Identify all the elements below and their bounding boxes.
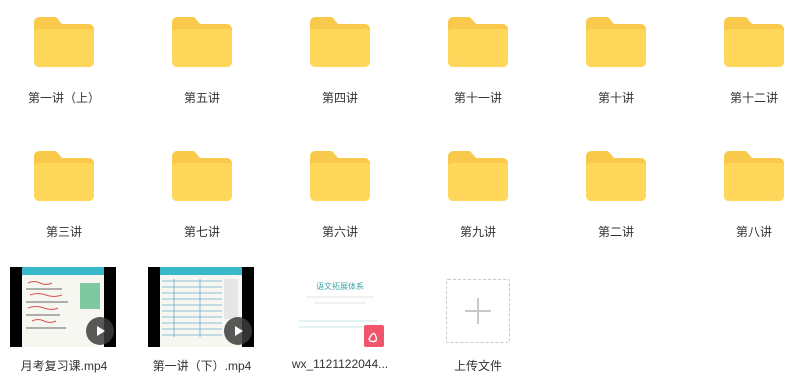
folder-item[interactable]: 第六讲	[276, 151, 404, 251]
folder-icon	[586, 17, 646, 67]
file-label: 第一讲（下）.mp4	[152, 359, 252, 373]
folder-label: 第四讲	[321, 91, 358, 105]
folder-item[interactable]: 第九讲	[414, 151, 542, 251]
folder-label: 第十一讲	[453, 91, 502, 105]
folder-item[interactable]: 第一讲（上）	[0, 17, 128, 117]
folder-item[interactable]: 第五讲	[138, 17, 266, 117]
video-thumbnail	[10, 267, 116, 347]
file-label: wx_1121122044...	[291, 357, 389, 371]
folder-icon	[586, 151, 646, 201]
folder-label: 第二讲	[597, 225, 634, 239]
folder-label: 第一讲（上）	[27, 91, 100, 105]
folder-icon	[724, 151, 784, 201]
folder-label: 第八讲	[735, 225, 772, 239]
pdf-file-item[interactable]: 语文拓展体系 wx_1121122044...	[276, 267, 404, 377]
folder-icon	[34, 151, 94, 201]
folder-icon	[172, 17, 232, 67]
folder-item[interactable]: 第八讲	[690, 151, 800, 251]
folder-item[interactable]: 第四讲	[276, 17, 404, 117]
folder-label: 第七讲	[183, 225, 220, 239]
play-icon[interactable]	[224, 317, 252, 345]
folder-icon	[172, 151, 232, 201]
upload-box[interactable]	[446, 279, 510, 343]
folder-label: 第六讲	[321, 225, 358, 239]
folder-label: 第十讲	[597, 91, 634, 105]
folder-icon	[34, 17, 94, 67]
folder-icon	[724, 17, 784, 67]
folder-item[interactable]: 第十一讲	[414, 17, 542, 117]
video-file-item[interactable]: 月考复习课.mp4	[0, 267, 128, 377]
video-file-item[interactable]: 第一讲（下）.mp4	[138, 267, 266, 377]
plus-icon	[465, 298, 491, 324]
folder-item[interactable]: 第三讲	[0, 151, 128, 251]
folder-icon	[310, 17, 370, 67]
folder-item[interactable]: 第七讲	[138, 151, 266, 251]
upload-label: 上传文件	[453, 359, 502, 373]
folder-icon	[310, 151, 370, 201]
folder-item[interactable]: 第十二讲	[690, 17, 800, 117]
folder-label: 第十二讲	[729, 91, 778, 105]
pdf-icon	[364, 325, 384, 347]
folder-icon	[448, 151, 508, 201]
folder-item[interactable]: 第十讲	[552, 17, 680, 117]
play-icon[interactable]	[86, 317, 114, 345]
folder-label: 第三讲	[45, 225, 82, 239]
file-label: 月考复习课.mp4	[20, 359, 108, 373]
video-thumbnail	[148, 267, 254, 347]
upload-item[interactable]: 上传文件	[414, 267, 542, 377]
folder-label: 第九讲	[459, 225, 496, 239]
folder-label: 第五讲	[183, 91, 220, 105]
folder-icon	[448, 17, 508, 67]
folder-item[interactable]: 第二讲	[552, 151, 680, 251]
document-thumbnail: 语文拓展体系	[288, 267, 392, 347]
